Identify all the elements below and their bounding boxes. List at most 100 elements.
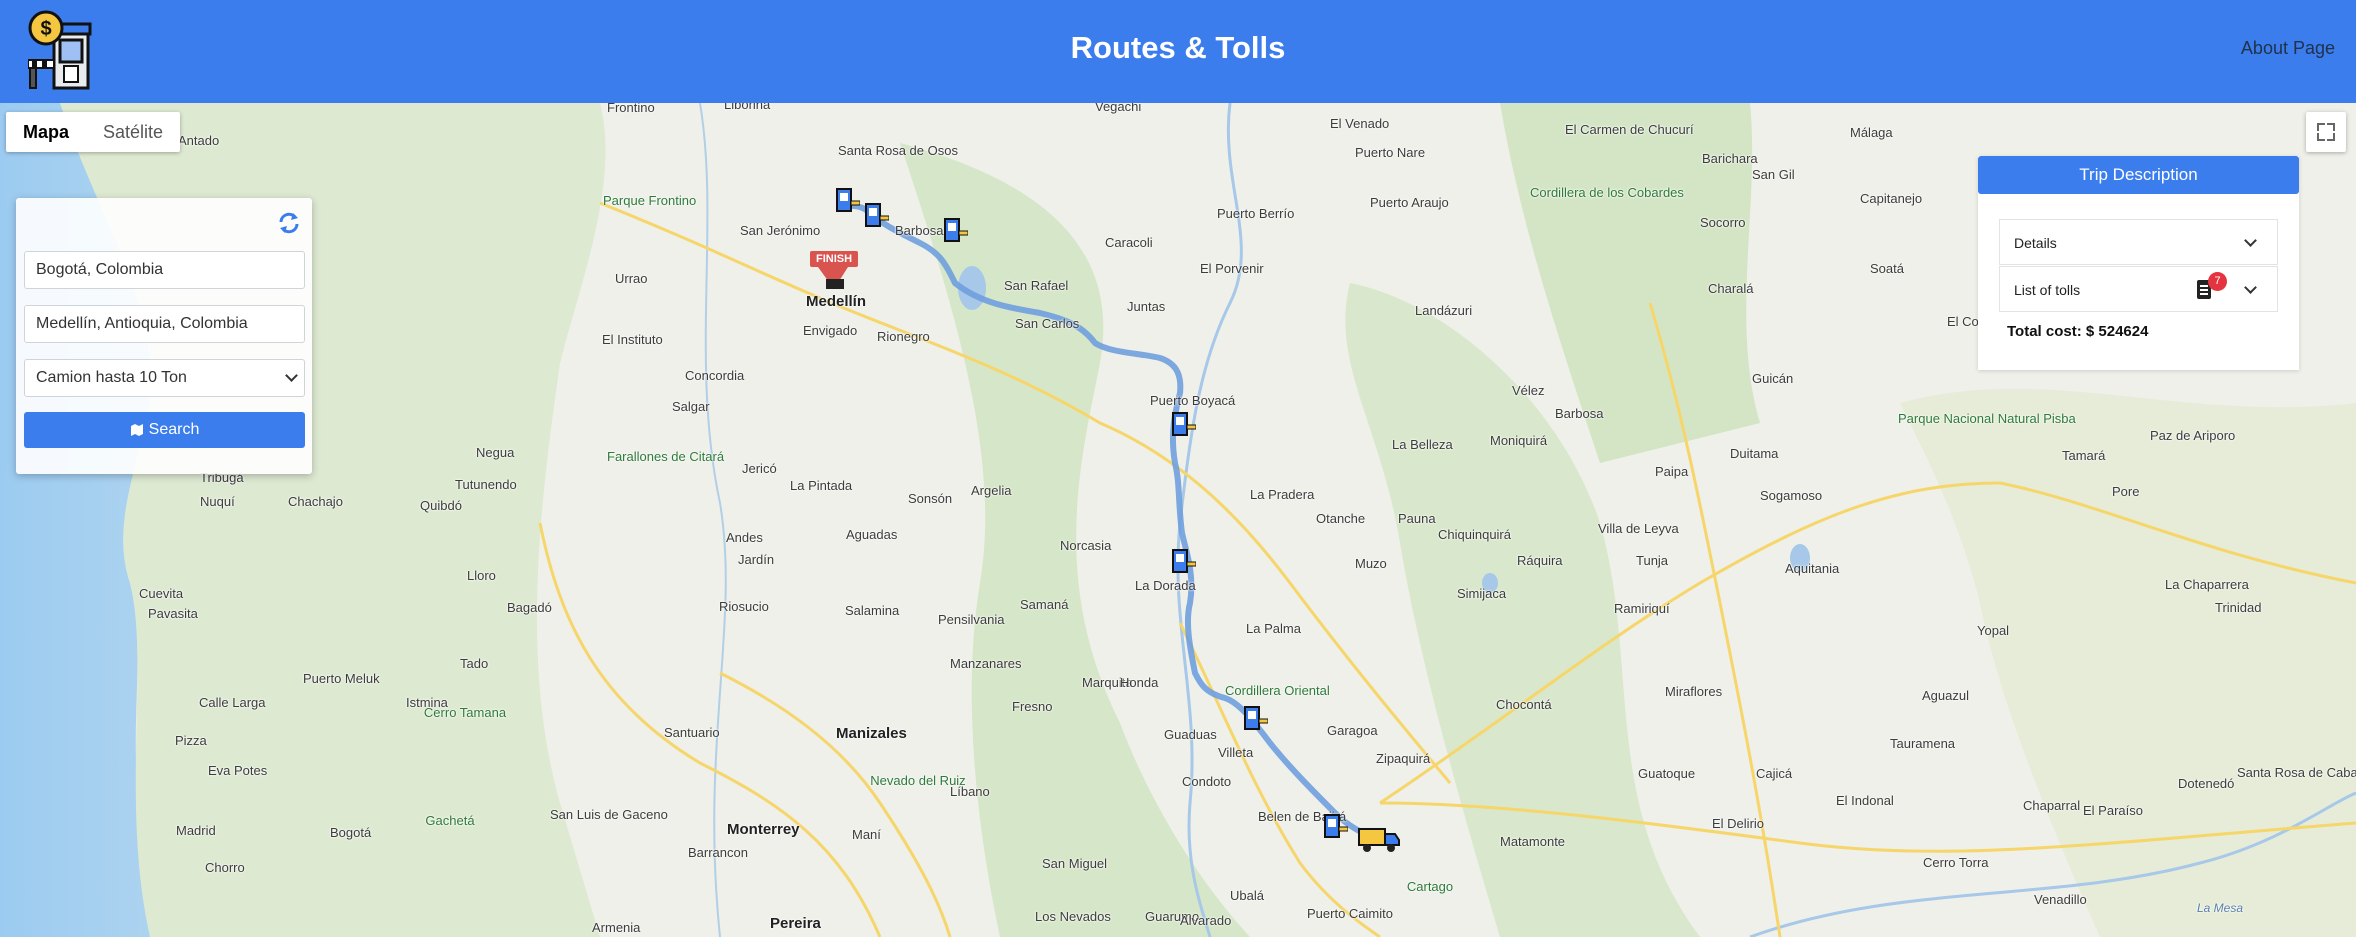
map-type-map-button[interactable]: Mapa — [6, 112, 86, 152]
finish-marker[interactable]: FINISH — [808, 249, 862, 293]
map-label: Tamará — [2062, 448, 2106, 463]
trip-description-header: Trip Description — [1978, 156, 2299, 194]
map-label: Vélez — [1512, 383, 1545, 398]
toll-marker-icon[interactable] — [832, 185, 860, 215]
map-label: Tunja — [1636, 553, 1669, 568]
map-label: Riosucio — [719, 599, 769, 614]
map-label: Chachajo — [288, 494, 343, 509]
map-label: Eva Potes — [208, 763, 268, 778]
map-label: Bogotá — [330, 825, 372, 840]
total-cost: Total cost: $ 524624 — [2007, 323, 2149, 340]
toll-marker-icon[interactable] — [1240, 703, 1268, 733]
fullscreen-icon — [2317, 133, 2325, 141]
about-page-link[interactable]: About Page — [2241, 38, 2335, 59]
map-label: El Carmen de Chucurí — [1565, 122, 1694, 137]
map-label: Otanche — [1316, 511, 1366, 526]
map-label: Medellín — [806, 293, 867, 310]
map-label: Cordillera Oriental — [1225, 683, 1330, 698]
map-label: Istmina — [406, 695, 448, 710]
map-label: Salamina — [845, 603, 900, 618]
map-label: Jericó — [742, 461, 777, 476]
map-label: El Paraíso — [2083, 803, 2143, 818]
map-label: Cordillera de los Cobardes — [1530, 185, 1684, 200]
vehicle-select[interactable]: Camion hasta 10 Ton — [24, 359, 305, 397]
map-label: Paz de Ariporo — [2150, 428, 2236, 443]
map-label: Calle Larga — [199, 695, 266, 710]
fullscreen-icon — [2317, 123, 2325, 131]
map-label: Liborina — [724, 103, 771, 112]
map-type-control: Mapa Satélite — [6, 112, 181, 152]
map-label: El Delirio — [1712, 816, 1765, 831]
map-label: El Instituto — [602, 332, 663, 347]
map-label: Villa de Leyva — [1598, 521, 1679, 536]
map-label: Capitanejo — [1860, 191, 1923, 206]
toll-marker-icon[interactable] — [861, 200, 889, 230]
map-label: Venadillo — [2034, 892, 2087, 907]
map-label: Matamonte — [1500, 834, 1566, 849]
swap-route-icon[interactable] — [276, 210, 302, 236]
map-label: Pauna — [1398, 511, 1436, 526]
map-label: Guatoque — [1638, 766, 1696, 781]
map-label: La Belleza — [1392, 437, 1453, 452]
app-title: Routes & Tolls — [1070, 30, 1286, 65]
details-accordion[interactable]: Details — [1999, 219, 2278, 265]
map-label: San Rafael — [1004, 278, 1069, 293]
toll-marker-icon[interactable] — [1320, 811, 1348, 841]
map-label: Negua — [476, 445, 515, 460]
toll-marker-icon[interactable] — [1168, 546, 1196, 576]
map-label: El Venado — [1330, 116, 1390, 131]
map-label: Sonsón — [908, 491, 953, 506]
map-label: Alvarado — [1180, 913, 1232, 928]
map-label: El Indonal — [1836, 793, 1894, 808]
tolls-accordion[interactable]: List of tolls 7 — [1999, 266, 2278, 312]
map-label: Aquitania — [1785, 561, 1840, 576]
map-label: Pizza — [175, 733, 207, 748]
map-label: Los Nevados — [1035, 909, 1111, 924]
destination-input[interactable]: Medellín, Antioquia, Colombia — [24, 305, 305, 343]
map-label: Charalá — [1708, 281, 1754, 296]
map-label: Paipa — [1655, 464, 1689, 479]
map-label: San Miguel — [1042, 856, 1108, 871]
truck-start-marker-icon[interactable] — [1357, 825, 1401, 855]
map-label: Urrao — [615, 271, 648, 286]
toll-marker-icon[interactable] — [1168, 409, 1196, 439]
map-label: Cerro Torra — [1923, 855, 1989, 870]
map-label: Nuquí — [200, 494, 235, 509]
map-label: Manizales — [836, 725, 907, 742]
details-label: Details — [2014, 235, 2057, 251]
map-label: San Carlos — [1015, 316, 1080, 331]
fullscreen-button[interactable] — [2306, 112, 2346, 152]
map-label: Villeta — [1218, 745, 1254, 760]
fullscreen-icon — [2327, 133, 2335, 141]
map-label: Maní — [852, 827, 881, 842]
map-label: Cartago — [1406, 879, 1454, 894]
vehicle-select-value: Camion hasta 10 Ton — [36, 369, 187, 386]
toll-marker-icon[interactable] — [940, 215, 968, 245]
map-label: Soatá — [1870, 261, 1904, 276]
map-label: Pensilvania — [938, 612, 1005, 627]
map-label: Farallones de Citará — [607, 449, 725, 464]
search-button-label: Search — [148, 421, 200, 438]
map-label: Zipaquirá — [1376, 751, 1431, 766]
map-label: Envigado — [803, 323, 858, 338]
map-label: Salgar — [672, 399, 710, 414]
map-label: Santa Rosa de Osos — [838, 143, 958, 158]
map-label: La Mesa — [2197, 901, 2244, 915]
map-label: Honda — [1120, 675, 1159, 690]
map-label: La Chaparrera — [2165, 577, 2249, 592]
fullscreen-icon — [2327, 123, 2335, 131]
map-type-satellite-button[interactable]: Satélite — [86, 112, 180, 152]
map-label: Caracoli — [1105, 235, 1153, 250]
chevron-down-icon — [2244, 281, 2257, 294]
map-label: Antado — [178, 133, 220, 148]
map-label: Frontino — [607, 103, 655, 115]
map-label: Rionegro — [877, 329, 930, 344]
map-label: Concordia — [685, 368, 745, 383]
search-button[interactable]: Search — [24, 412, 305, 448]
origin-input[interactable]: Bogotá, Colombia — [24, 251, 305, 289]
map-label: Cuevita — [139, 586, 184, 601]
map-label: La Pintada — [790, 478, 853, 493]
map-label: Bagadó — [507, 600, 552, 615]
map-label: Pereira — [770, 915, 821, 932]
map-label: Ráquira — [1517, 553, 1563, 568]
